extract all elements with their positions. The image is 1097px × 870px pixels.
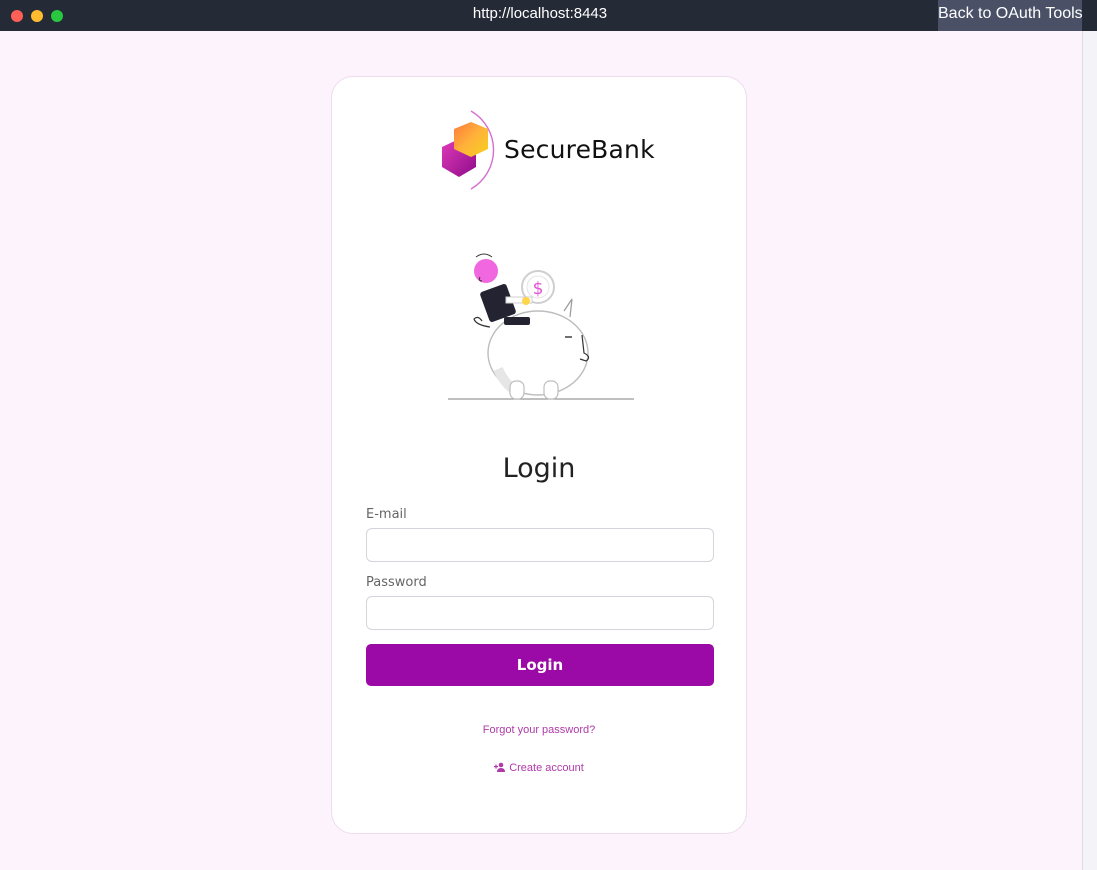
login-title: Login [502, 453, 576, 484]
forgot-password-link[interactable]: Forgot your password? [332, 724, 746, 736]
login-button[interactable]: Login [366, 644, 714, 686]
add-user-icon [494, 762, 506, 772]
email-label: E-mail [366, 507, 407, 522]
create-account-link[interactable]: Create account [332, 762, 746, 774]
browser-window: http://localhost:8443 Back to OAuth Tool… [0, 0, 1097, 870]
url-text: http://localhost:8443 [472, 5, 608, 22]
password-label: Password [366, 575, 427, 590]
title-bar: http://localhost:8443 Back to OAuth Tool… [0, 0, 1097, 31]
brand-name: SecureBank [504, 135, 655, 164]
login-card: SecureBank $ Login E-mail Password Login… [331, 76, 747, 834]
create-account-label: Create account [509, 762, 584, 774]
back-to-oauth-tools-button[interactable]: Back to OAuth Tools [938, 0, 1082, 31]
svg-text:$: $ [533, 279, 544, 299]
password-field[interactable] [366, 596, 714, 630]
scrollbar-track[interactable] [1082, 31, 1097, 870]
piggy-bank-illustration: $ [448, 253, 634, 400]
securebank-logo: SecureBank [438, 109, 655, 193]
email-field[interactable] [366, 528, 714, 562]
